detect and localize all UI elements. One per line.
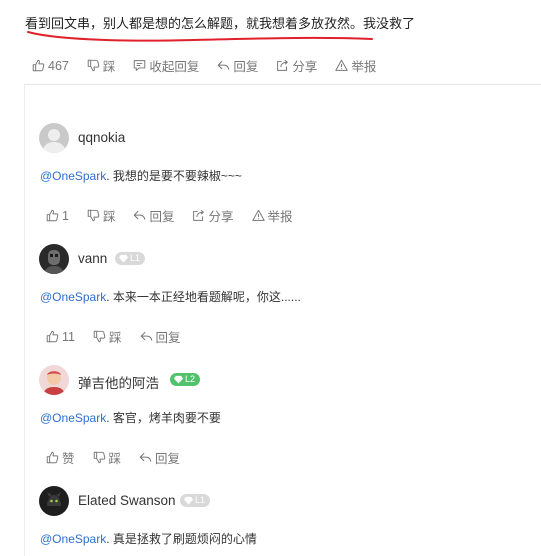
reply-text: @OneSpark. 客官，烤羊肉要不要 (40, 409, 221, 426)
dislike-label: 踩 (102, 60, 116, 74)
share-icon (277, 59, 289, 71)
avatar[interactable] (39, 123, 69, 153)
report-button[interactable]: 举报 (251, 206, 293, 225)
reply-button[interactable]: 回复 (133, 206, 174, 225)
share-button[interactable]: 分享 (192, 206, 234, 225)
reply-label: 回复 (233, 60, 259, 74)
thumbs-up-icon (46, 209, 59, 222)
username[interactable]: vann (78, 251, 107, 266)
like-button[interactable]: 11 (46, 330, 75, 344)
username[interactable]: Elated Swanson (78, 493, 176, 508)
diamond-icon (119, 254, 128, 263)
mention-link[interactable]: @OneSpark (40, 290, 106, 304)
avatar[interactable] (39, 244, 69, 274)
collapse-replies-label: 收起回复 (149, 60, 200, 74)
reply-text: @OneSpark. 我想的是要不要辣椒~~~ (40, 167, 242, 184)
reply-text: @OneSpark. 真是拯救了刷题烦闷的心情 (40, 530, 257, 547)
level-label: L1 (195, 495, 206, 505)
reply-arrow-icon (139, 452, 152, 462)
dislike-button[interactable]: 踩 (93, 448, 122, 467)
reply-label: 回复 (149, 210, 175, 224)
dislike-button[interactable]: 踩 (93, 327, 122, 346)
share-button[interactable]: 分享 (276, 56, 317, 75)
reply-actions: 1 踩 回复 分享 举报 (46, 206, 311, 225)
report-label: 举报 (351, 60, 377, 74)
red-underline-annotation (27, 31, 373, 42)
replies-panel: qqnokia @OneSpark. 我想的是要不要辣椒~~~ 1 踩 回复 分… (24, 84, 541, 556)
collapse-replies-button[interactable]: 收起回复 (133, 56, 199, 75)
diamond-icon (174, 375, 183, 384)
report-button[interactable]: 举报 (335, 56, 376, 75)
warning-icon (335, 59, 349, 71)
thumbs-up-icon (46, 451, 59, 464)
level-label: L2 (185, 374, 196, 384)
level-label: L1 (130, 253, 141, 263)
share-icon (193, 209, 205, 221)
dislike-label: 踩 (108, 331, 122, 345)
like-button[interactable]: 467 (32, 59, 69, 73)
dislike-button[interactable]: 踩 (87, 56, 116, 75)
avatar[interactable] (39, 365, 69, 395)
dislike-label: 踩 (108, 452, 122, 466)
thumbs-down-icon (87, 209, 100, 222)
mention-link[interactable]: @OneSpark (40, 411, 106, 425)
reply-arrow-icon (218, 60, 230, 70)
reply-button[interactable]: 回复 (139, 448, 180, 467)
reply-content: . 客官，烤羊肉要不要 (106, 411, 221, 425)
reply-label: 回复 (155, 452, 181, 466)
level-badge: L1 (115, 252, 146, 265)
mention-link[interactable]: @OneSpark (40, 169, 106, 183)
diamond-icon (184, 496, 193, 505)
like-button[interactable]: 赞 (46, 448, 75, 467)
level-badge: L1 (180, 494, 211, 507)
share-label: 分享 (208, 210, 234, 224)
thumbs-up-icon (32, 59, 45, 72)
reply-content: . 我想的是要不要辣椒~~~ (106, 169, 242, 183)
like-label: 赞 (62, 452, 75, 466)
post-actions: 467 踩 收起回复 回复 分享 举报 (32, 56, 394, 75)
username[interactable]: 弹吉他的阿浩 (78, 372, 159, 392)
reply-content: . 真是拯救了刷题烦闷的心情 (106, 532, 257, 546)
like-count: 11 (62, 329, 75, 344)
like-count: 467 (48, 58, 69, 73)
comment-icon (134, 60, 146, 71)
thumbs-down-icon (93, 330, 106, 343)
like-button[interactable]: 1 (46, 209, 69, 223)
reply-label: 回复 (155, 331, 181, 345)
avatar[interactable] (39, 486, 69, 516)
report-label: 举报 (267, 210, 293, 224)
mention-link[interactable]: @OneSpark (40, 532, 106, 546)
thumbs-up-icon (46, 330, 59, 343)
dislike-button[interactable]: 踩 (87, 206, 116, 225)
thumbs-down-icon (87, 59, 100, 72)
username[interactable]: qqnokia (78, 130, 125, 145)
reply-arrow-icon (140, 331, 152, 341)
reply-arrow-icon (134, 210, 146, 220)
share-label: 分享 (292, 60, 318, 74)
reply-text: @OneSpark. 本来一本正经地看题解呢，你这...... (40, 288, 301, 305)
reply-actions: 赞 踩 回复 (46, 448, 198, 467)
reply-button[interactable]: 回复 (140, 327, 181, 346)
thumbs-down-icon (93, 451, 105, 464)
like-count: 1 (62, 208, 69, 223)
reply-button[interactable]: 回复 (217, 56, 258, 75)
reply-actions: 11 踩 回复 (46, 327, 199, 346)
warning-icon (251, 209, 265, 221)
reply-content: . 本来一本正经地看题解呢，你这...... (106, 290, 301, 304)
dislike-label: 踩 (102, 210, 116, 224)
level-badge: L2 (170, 373, 201, 386)
